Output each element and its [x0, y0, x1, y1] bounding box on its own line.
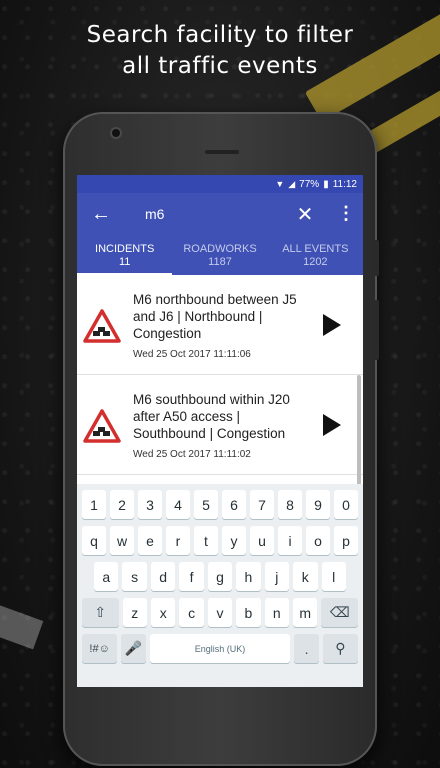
traffic-warning-icon	[83, 409, 121, 443]
key[interactable]: w	[110, 526, 134, 555]
space-bar[interactable]: English (UK)	[149, 634, 291, 663]
keyboard-row-numbers: 1 2 3 4 5 6 7 8 9 0	[77, 490, 363, 519]
status-bar: ▼ ◢ 77% ▮ 11:12	[77, 175, 363, 193]
signal-icon: ◢	[288, 178, 296, 189]
promo-headline: Search facility to filter all traffic ev…	[0, 20, 440, 82]
key[interactable]: 5	[194, 490, 218, 519]
symbols-key[interactable]: !#☺	[82, 634, 118, 663]
key[interactable]: q	[82, 526, 106, 555]
keyboard-row-bottom: !#☺ 🎤 English (UK) . ⚲	[77, 634, 363, 663]
event-tabs: INCIDENTS 11 ROADWORKS 1187 ALL EVENTS 1…	[77, 237, 363, 275]
search-input[interactable]	[145, 206, 265, 222]
key[interactable]: 1	[82, 490, 106, 519]
backspace-icon[interactable]: ⌫	[321, 598, 359, 627]
list-item[interactable]: M6 northbound between J5 and J6 | Northb…	[77, 275, 363, 375]
arrow-left-icon[interactable]: ←	[91, 203, 111, 226]
key[interactable]: c	[179, 598, 204, 627]
event-title: M6 northbound between J5 and J6 | Northb…	[133, 292, 297, 341]
tab-incidents[interactable]: INCIDENTS 11	[77, 237, 173, 275]
tab-all-events[interactable]: ALL EVENTS 1202	[268, 237, 363, 275]
soft-keyboard: 1 2 3 4 5 6 7 8 9 0 q w e r t y u i o p …	[77, 484, 363, 687]
tab-count: 11	[118, 256, 131, 268]
tab-count: 1187	[208, 256, 232, 268]
key[interactable]: 0	[334, 490, 358, 519]
speaker-grille	[205, 150, 239, 154]
key[interactable]: y	[222, 526, 246, 555]
keyboard-row-asdf: a s d f g h j k l	[77, 562, 363, 591]
event-date: Wed 25 Oct 2017 11:11:02	[133, 449, 251, 460]
battery-level: 77%	[299, 178, 320, 190]
volume-button	[374, 240, 379, 276]
headline-line-1: Search facility to filter	[86, 22, 354, 48]
play-icon[interactable]	[323, 414, 341, 436]
key[interactable]: k	[293, 562, 318, 591]
event-date: Wed 25 Oct 2017 11:11:06	[133, 349, 251, 360]
period-key[interactable]: .	[294, 634, 319, 663]
key[interactable]: i	[278, 526, 302, 555]
key[interactable]: b	[236, 598, 261, 627]
key[interactable]: l	[321, 562, 346, 591]
search-toolbar: ← ✕ ⋮	[77, 193, 363, 237]
battery-icon: ▮	[323, 178, 329, 190]
key[interactable]: d	[150, 562, 176, 591]
key[interactable]: x	[151, 598, 176, 627]
wifi-icon: ▼	[275, 179, 285, 189]
headline-line-2: all traffic events	[122, 53, 318, 79]
key[interactable]: 4	[166, 490, 190, 519]
key[interactable]: f	[179, 562, 204, 591]
event-title: M6 southbound within J20 after A50 acces…	[133, 392, 290, 441]
play-icon[interactable]	[323, 314, 341, 336]
key[interactable]: h	[236, 562, 261, 591]
app-screen: ▼ ◢ 77% ▮ 11:12 ← ✕ ⋮ INCIDENTS 11 ROADW…	[77, 175, 363, 687]
camera-icon	[110, 127, 122, 139]
clock: 11:12	[332, 178, 357, 190]
key[interactable]: 8	[278, 490, 302, 519]
power-button	[374, 300, 379, 360]
event-list: M6 northbound between J5 and J6 | Northb…	[77, 275, 363, 485]
close-icon[interactable]: ✕	[295, 202, 315, 227]
key[interactable]: e	[138, 526, 162, 555]
key[interactable]: 7	[250, 490, 274, 519]
key[interactable]: o	[306, 526, 330, 555]
tab-count: 1202	[303, 256, 328, 268]
microphone-icon[interactable]: 🎤	[121, 634, 146, 663]
key[interactable]: u	[250, 526, 274, 555]
list-item[interactable]: M6 southbound within J20 after A50 acces…	[77, 375, 363, 475]
keyboard-row-qwerty: q w e r t y u i o p	[77, 526, 363, 555]
key[interactable]: a	[94, 562, 119, 591]
key[interactable]: 3	[138, 490, 162, 519]
key[interactable]: n	[264, 598, 290, 627]
key[interactable]: t	[194, 526, 218, 555]
key[interactable]: r	[166, 526, 190, 555]
key[interactable]: j	[264, 562, 290, 591]
keyboard-row-zxcv: ⇧ z x c v b n m ⌫	[77, 598, 363, 627]
more-vert-icon[interactable]: ⋮	[337, 203, 355, 224]
key[interactable]: 9	[306, 490, 330, 519]
key[interactable]: 6	[222, 490, 246, 519]
traffic-warning-icon	[83, 309, 121, 343]
tab-roadworks[interactable]: ROADWORKS 1187	[172, 237, 267, 275]
key[interactable]: 2	[110, 490, 134, 519]
scrollbar[interactable]	[357, 375, 361, 485]
tab-label: INCIDENTS	[95, 243, 155, 255]
key[interactable]: s	[122, 562, 147, 591]
key[interactable]: z	[122, 598, 147, 627]
key[interactable]: p	[334, 526, 358, 555]
key[interactable]: m	[293, 598, 318, 627]
key[interactable]: g	[207, 562, 233, 591]
search-icon[interactable]: ⚲	[322, 634, 358, 663]
key[interactable]: v	[207, 598, 233, 627]
tab-label: ROADWORKS	[183, 243, 257, 255]
shift-icon[interactable]: ⇧	[82, 598, 119, 627]
tab-label: ALL EVENTS	[282, 243, 349, 255]
